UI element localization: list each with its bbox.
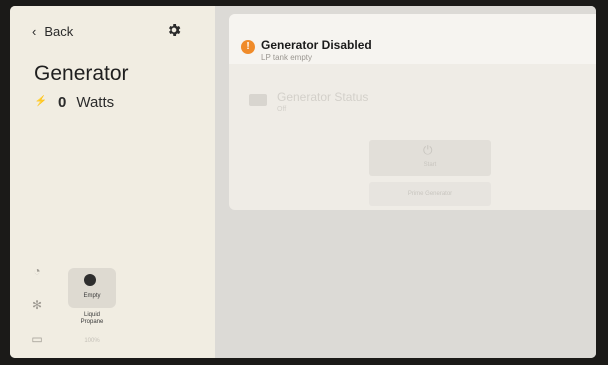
watts-unit: Watts bbox=[76, 94, 115, 111]
generator-card: ! Generator Disabled LP tank empty Gener… bbox=[229, 14, 596, 210]
tank-icon bbox=[84, 274, 96, 286]
prime-label: Prime Generator bbox=[407, 191, 453, 197]
start-label: Start bbox=[423, 162, 437, 168]
status-value: Off bbox=[277, 106, 287, 113]
power-icon: ⏻ bbox=[423, 143, 433, 157]
tank-sublabel: 100% bbox=[84, 338, 100, 344]
settings-small-icon[interactable]: ✻ bbox=[28, 298, 46, 316]
chat-icon[interactable]: ▭ bbox=[28, 332, 46, 350]
main-panel: ! Generator Disabled LP tank empty Gener… bbox=[215, 6, 596, 358]
generator-status: Generator Status Off bbox=[249, 90, 368, 113]
tank-status: Empty bbox=[83, 293, 101, 299]
bell-icon[interactable]: ◔ bbox=[28, 264, 46, 282]
watts-value: 0 bbox=[58, 94, 67, 111]
side-rail: ◔ ✻ ▭ bbox=[28, 256, 54, 356]
status-title: Generator Status bbox=[277, 90, 369, 104]
prime-generator-button[interactable]: Prime Generator bbox=[369, 182, 491, 206]
start-button[interactable]: ⏻ Start bbox=[369, 140, 491, 176]
back-label: Back bbox=[44, 24, 74, 39]
page-title: Generator bbox=[34, 62, 129, 85]
gear-icon[interactable] bbox=[166, 22, 182, 38]
device-screen: ‹ Back Generator ⚡ 0 Watts ◔ ✻ ▭ Empty L… bbox=[10, 6, 596, 358]
chevron-left-icon: ‹ bbox=[32, 24, 37, 39]
exclamation-icon: ! bbox=[241, 40, 255, 54]
bolt-icon: ⚡ bbox=[34, 95, 48, 107]
sidebar: ‹ Back Generator ⚡ 0 Watts ◔ ✻ ▭ Empty L… bbox=[10, 6, 215, 358]
power-readout: ⚡ 0 Watts bbox=[34, 94, 114, 111]
back-button[interactable]: ‹ Back bbox=[32, 24, 73, 39]
alert-banner: ! Generator Disabled LP tank empty bbox=[229, 14, 596, 64]
tank-card[interactable]: Empty bbox=[68, 268, 116, 308]
tank-label: Liquid Propane bbox=[80, 312, 104, 325]
alert-title: Generator Disabled bbox=[261, 38, 372, 52]
alert-subtitle: LP tank empty bbox=[261, 53, 312, 62]
generator-icon bbox=[249, 94, 267, 106]
